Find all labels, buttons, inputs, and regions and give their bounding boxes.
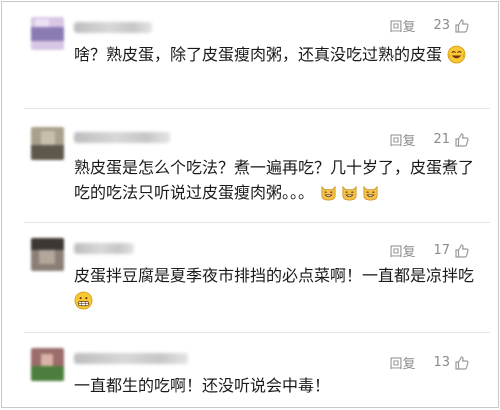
username-redacted[interactable] (74, 132, 170, 143)
comment-text-content: 啥？熟皮蛋，除了皮蛋瘦肉粥，还真没吃过熟的皮蛋 (74, 45, 443, 64)
like-count: 21 (433, 132, 450, 147)
username-redacted[interactable] (74, 22, 152, 33)
thumbs-up-icon[interactable] (454, 132, 470, 148)
reply-button[interactable]: 回复 (389, 130, 415, 149)
comment-item: 回复 13 一直都生的吃啊！还没听说会中毒！ (2, 333, 498, 409)
avatar[interactable] (31, 17, 64, 50)
comment-item: 回复 17 皮蛋拌豆腐是夏季夜市排挡的必点菜啊！一直都是凉拌吃 (2, 223, 498, 331)
comment-actions: 回复 17 (389, 241, 470, 260)
comment-text: 皮蛋拌豆腐是夏季夜市排挡的必点菜啊！一直都是凉拌吃 (74, 263, 476, 313)
comment-actions: 回复 23 (389, 16, 470, 35)
comment-text-content: 熟皮蛋是怎么个吃法？煮一遍再吃？几十岁了，皮蛋煮了吃的吃法只听说过皮蛋瘦肉粥。。… (74, 158, 475, 202)
username-redacted[interactable] (74, 243, 134, 254)
grimacing-emoji (74, 291, 93, 310)
grinning-cat-emoji (319, 183, 338, 202)
laugh-cry-emoji (447, 45, 466, 64)
comment-actions: 回复 13 (389, 353, 470, 372)
reply-button[interactable]: 回复 (389, 241, 415, 260)
avatar[interactable] (31, 127, 64, 160)
avatar[interactable] (31, 238, 64, 271)
comment-actions: 回复 21 (389, 130, 470, 149)
comment-text: 啥？熟皮蛋，除了皮蛋瘦肉粥，还真没吃过熟的皮蛋 (74, 42, 476, 67)
grinning-cat-emoji (340, 183, 359, 202)
like-count: 23 (433, 18, 450, 33)
comment-item: 回复 23 啥？熟皮蛋，除了皮蛋瘦肉粥，还真没吃过熟的皮蛋 (2, 2, 498, 107)
grinning-cat-emoji (361, 183, 380, 202)
reply-button[interactable]: 回复 (389, 353, 415, 372)
comment-text-content: 皮蛋拌豆腐是夏季夜市排挡的必点菜啊！一直都是凉拌吃 (74, 266, 475, 285)
comment-text: 熟皮蛋是怎么个吃法？煮一遍再吃？几十岁了，皮蛋煮了吃的吃法只听说过皮蛋瘦肉粥。。… (74, 155, 476, 205)
comment-list: 回复 23 啥？熟皮蛋，除了皮蛋瘦肉粥，还真没吃过熟的皮蛋 回复 21 熟皮蛋是… (1, 1, 499, 408)
like-count: 13 (433, 355, 450, 370)
thumbs-up-icon[interactable] (454, 18, 470, 34)
comment-text-content: 一直都生的吃啊！还没听说会中毒！ (74, 376, 331, 395)
thumbs-up-icon[interactable] (454, 355, 470, 371)
thumbs-up-icon[interactable] (454, 243, 470, 259)
reply-button[interactable]: 回复 (389, 16, 415, 35)
comment-item: 回复 21 熟皮蛋是怎么个吃法？煮一遍再吃？几十岁了，皮蛋煮了吃的吃法只听说过皮… (2, 109, 498, 222)
comment-text: 一直都生的吃啊！还没听说会中毒！ (74, 373, 476, 398)
avatar[interactable] (31, 348, 64, 381)
username-redacted[interactable] (74, 353, 188, 364)
like-count: 17 (433, 243, 450, 258)
